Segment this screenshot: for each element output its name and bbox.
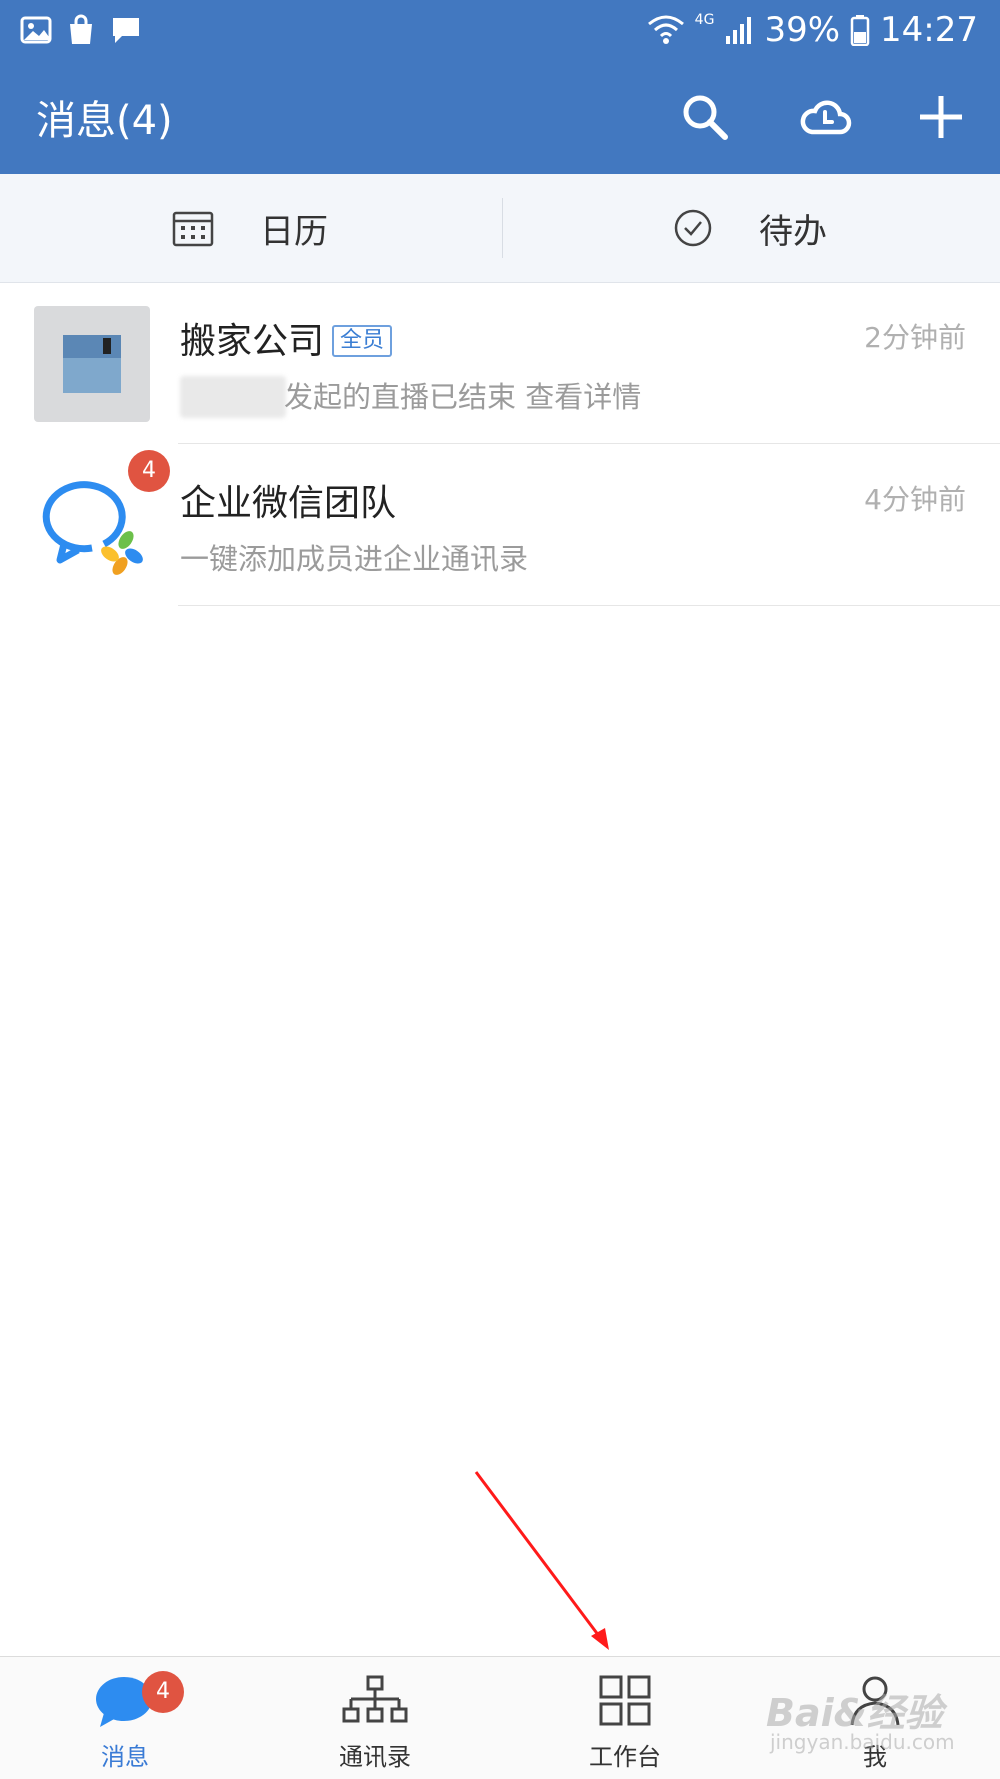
- wifi-icon: [647, 15, 684, 44]
- unread-badge: 4: [128, 450, 170, 492]
- tab-contacts[interactable]: 通讯录: [250, 1657, 500, 1779]
- chat-item-moving-company[interactable]: 搬家公司 全员 发起的直播已结束 查看详情 2分钟前: [0, 282, 1000, 444]
- message-icon: [113, 18, 139, 43]
- search-icon[interactable]: [678, 90, 732, 144]
- tab-workbench[interactable]: 工作台: [500, 1657, 750, 1779]
- calendar-icon: [172, 211, 214, 247]
- image-icon: [20, 16, 52, 44]
- shopping-bag-icon: [70, 14, 92, 44]
- status-right: 4G 39% 14:27: [647, 10, 978, 50]
- tab-badge: 4: [142, 1671, 184, 1713]
- tab-label: 通讯录: [339, 1743, 411, 1771]
- chat-time: 2分钟前: [864, 321, 966, 354]
- redacted-sender: [180, 376, 286, 418]
- tab-label: 消息: [101, 1743, 149, 1771]
- tab-messages[interactable]: 4 消息: [0, 1657, 250, 1779]
- app-bar: 消息(4): [0, 60, 1000, 174]
- group-avatar: [34, 306, 150, 422]
- chat-name-text: 搬家公司: [180, 321, 325, 362]
- todo-button[interactable]: 待办: [500, 174, 1000, 282]
- calendar-button[interactable]: 日历: [0, 174, 500, 282]
- wecom-logo-icon: [42, 481, 143, 575]
- tab-label: 工作台: [589, 1743, 661, 1771]
- plus-icon[interactable]: [914, 90, 968, 144]
- status-left-icons: [20, 14, 142, 46]
- org-chart-icon: [342, 1675, 408, 1723]
- calendar-label: 日历: [260, 211, 328, 252]
- chat-name: 搬家公司 全员: [180, 312, 393, 364]
- cloud-icon[interactable]: [798, 90, 852, 144]
- chat-item-wecom-team[interactable]: 4 企业微信团队 一键添加成员进企业通讯录 4分钟前: [0, 444, 1000, 606]
- baidu-watermark-url: jingyan.baidu.com: [770, 1730, 955, 1754]
- grid-icon: [599, 1675, 651, 1726]
- battery-icon: [850, 15, 870, 46]
- baidu-watermark: Bai&经验: [766, 1691, 943, 1735]
- network-type: 4G: [694, 12, 715, 28]
- todo-label: 待办: [759, 211, 827, 252]
- clock: 14:27: [880, 10, 978, 50]
- page-title: 消息(4): [36, 98, 173, 144]
- status-bar: 4G 39% 14:27: [0, 0, 1000, 60]
- group-avatar-image: [63, 335, 121, 393]
- chat-preview: 发起的直播已结束 查看详情: [284, 380, 642, 414]
- chat-time: 4分钟前: [864, 483, 966, 516]
- signal-icon: [726, 17, 752, 44]
- top-bar: 4G 39% 14:27 消息(4): [0, 0, 1000, 174]
- chat-preview: 一键添加成员进企业通讯录: [180, 542, 529, 576]
- battery-percent: 39%: [764, 10, 841, 50]
- all-members-tag: 全员: [332, 325, 393, 357]
- quick-bar: 日历 待办: [0, 174, 1000, 283]
- row-separator: [178, 605, 1000, 606]
- check-circle-icon: [674, 209, 712, 247]
- chat-name: 企业微信团队: [180, 483, 397, 524]
